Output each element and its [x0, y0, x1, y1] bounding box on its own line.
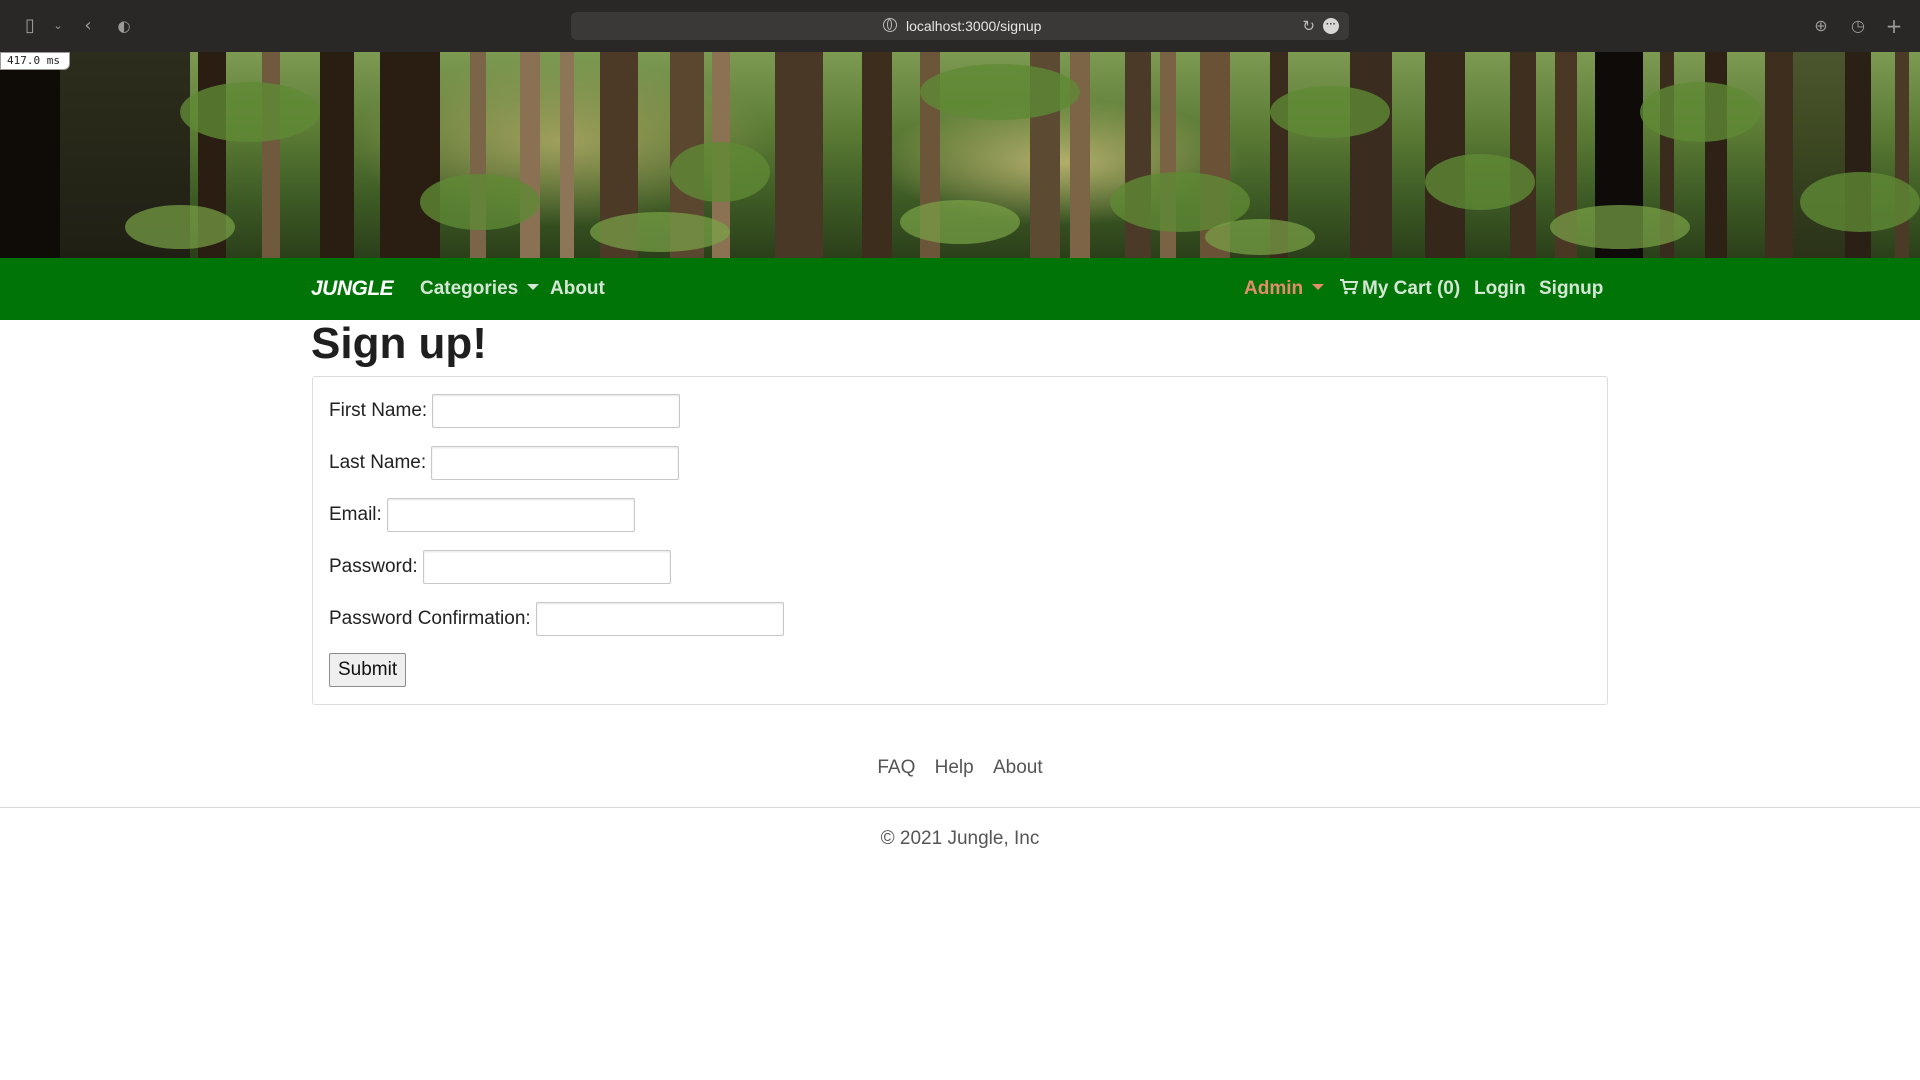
privacy-shield-icon[interactable]: ◐ — [112, 14, 136, 38]
password-confirmation-label: Password Confirmation: — [329, 608, 531, 629]
password-label: Password: — [329, 556, 418, 577]
brand-logo[interactable]: JUNGLE — [311, 258, 394, 320]
password-input[interactable] — [422, 550, 671, 584]
nav-categories-dropdown[interactable]: Categories — [420, 258, 540, 320]
last-name-label: Last Name: — [329, 452, 427, 473]
downloads-icon[interactable]: ⊕ — [1809, 14, 1833, 38]
reload-icon[interactable]: ↻ — [1302, 14, 1315, 38]
nav-categories-label: Categories — [420, 278, 519, 299]
forest-banner-image — [0, 52, 1920, 258]
nav-signup-link[interactable]: Signup — [1539, 258, 1603, 320]
nav-admin-dropdown[interactable]: Admin — [1244, 258, 1325, 320]
page-title: Sign up! — [311, 319, 487, 368]
password-confirmation-input[interactable] — [535, 602, 784, 636]
back-arrow-icon[interactable]: ‹ — [76, 14, 100, 38]
sidebar-toggle-icon[interactable]: ▯ — [18, 14, 42, 38]
globe-icon — [883, 18, 897, 32]
footer-help-link[interactable]: Help — [935, 757, 974, 778]
email-label: Email: — [329, 504, 382, 525]
new-tab-plus-icon[interactable]: + — [1882, 14, 1906, 38]
more-options-icon[interactable]: ··· — [1323, 18, 1339, 34]
footer-links: FAQ Help About — [0, 754, 1920, 782]
nav-cart-link[interactable]: My Cart (0) — [1340, 258, 1460, 320]
first-name-row: First Name: — [329, 393, 681, 429]
url-text: localhost:3000/signup — [906, 18, 1042, 34]
address-bar[interactable]: localhost:3000/signup ↻ ··· — [571, 12, 1349, 40]
email-input[interactable] — [386, 498, 635, 532]
history-clock-icon[interactable]: ◷ — [1846, 14, 1870, 38]
caret-down-icon — [527, 283, 540, 290]
caret-down-icon — [1312, 283, 1325, 290]
chevron-down-icon[interactable]: ⌄ — [46, 14, 70, 38]
footer-faq-link[interactable]: FAQ — [877, 757, 915, 778]
nav-login-link[interactable]: Login — [1474, 258, 1526, 320]
nav-about-link[interactable]: About — [550, 258, 605, 320]
render-timing-badge: 417.0 ms — [0, 52, 70, 70]
email-row: Email: — [329, 497, 635, 533]
first-name-label: First Name: — [329, 400, 428, 421]
forest-trees-illustration — [0, 52, 1920, 258]
nav-admin-label: Admin — [1244, 278, 1304, 299]
footer-divider — [0, 807, 1920, 808]
submit-button[interactable]: Submit — [329, 653, 407, 687]
browser-toolbar: ▯ ⌄ ‹ ◐ localhost:3000/signup ↻ ··· ⊕ ◷ … — [0, 0, 1920, 52]
password-row: Password: — [329, 549, 671, 585]
shopping-cart-icon — [1340, 279, 1358, 295]
nav-cart-label: My Cart (0) — [1362, 278, 1461, 299]
first-name-input[interactable] — [432, 394, 681, 428]
signup-form: First Name: Last Name: Email: Password: … — [312, 376, 1608, 705]
last-name-row: Last Name: — [329, 445, 680, 481]
main-navbar: JUNGLE Categories About Admin My Cart (0… — [0, 258, 1920, 320]
last-name-input[interactable] — [431, 446, 680, 480]
footer-about-link[interactable]: About — [993, 757, 1043, 778]
footer-copyright: © 2021 Jungle, Inc — [880, 828, 1040, 849]
password-confirmation-row: Password Confirmation: — [329, 601, 784, 637]
